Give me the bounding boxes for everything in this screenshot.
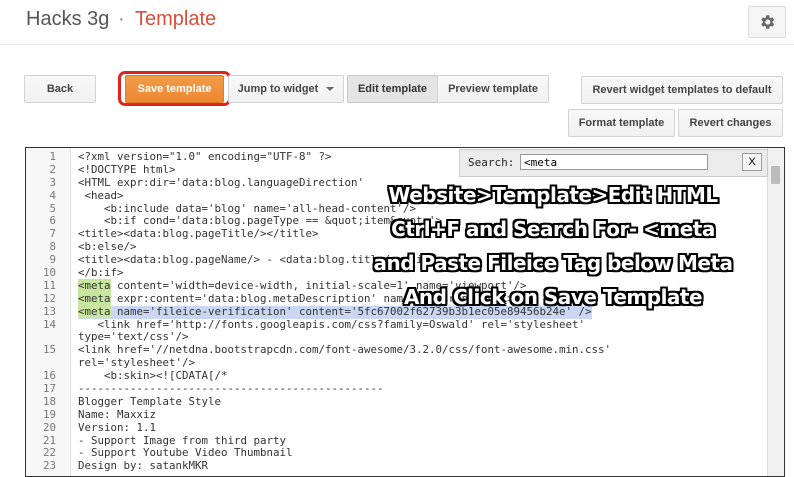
line-number: 20 — [42, 420, 56, 434]
line-text: <?xml version="1.0" encoding="UTF-8" ?> — [78, 150, 332, 163]
search-match-highlight: <meta — [78, 291, 111, 305]
jump-to-widget-dropdown[interactable]: Jump to widget — [228, 75, 344, 103]
search-panel: Search: X — [459, 149, 768, 177]
revert-widget-templates-button[interactable]: Revert widget templates to default — [581, 76, 783, 104]
line-number: 17 — [42, 382, 56, 396]
search-match-highlight: <meta — [78, 278, 111, 292]
line-text: <head> — [78, 188, 124, 202]
code-line[interactable]: 19 Name: Maxxiz — [26, 407, 768, 422]
line-text: Design by: satankMKR — [78, 459, 209, 473]
search-label: Search: — [468, 156, 515, 169]
line-number: 14 — [42, 317, 56, 331]
search-match-highlight: <meta — [78, 304, 111, 318]
line-text: Name: Maxxiz — [78, 407, 157, 421]
line-number: 13 — [42, 304, 56, 318]
code-line[interactable]: 17 --------------------------------------… — [26, 382, 768, 396]
line-number: 4 — [49, 188, 56, 202]
top-header: Hacks 3g · Template — [0, 0, 794, 45]
line-number: 11 — [42, 278, 56, 292]
search-close-button[interactable]: X — [742, 153, 762, 171]
back-button[interactable]: Back — [24, 75, 96, 103]
line-text: Version: 1.1 — [78, 420, 157, 434]
line-text: <HTML expr:dir='data:blog.languageDirect… — [78, 175, 365, 189]
blog-name[interactable]: Hacks 3g — [26, 8, 109, 31]
settings-button[interactable] — [748, 6, 786, 38]
search-input[interactable] — [520, 154, 708, 170]
line-number: 3 — [49, 175, 56, 189]
line-number: 23 — [42, 459, 56, 473]
jump-to-widget-label: Jump to widget — [237, 83, 319, 95]
line-number: 15 — [42, 343, 56, 357]
scrollbar-thumb[interactable] — [771, 166, 780, 184]
edit-template-button[interactable]: Edit template — [347, 75, 438, 103]
code-line[interactable]: 20 Version: 1.1 — [26, 420, 768, 435]
instruction-overlay: Website>Template>Edit HTML Ctrl+F and Sea… — [358, 178, 748, 314]
gear-icon — [761, 15, 775, 29]
instruction-line: Website>Template>Edit HTML — [388, 183, 718, 207]
line-text: <!DOCTYPE html> — [78, 162, 176, 176]
page-title: Template — [135, 8, 217, 30]
instruction-line: and Paste Fileice Tag below Meta — [373, 251, 733, 275]
line-number: 12 — [42, 291, 56, 305]
code-line[interactable]: 23 Design by: satankMKR — [26, 459, 768, 473]
line-text: ----------------------------------------… — [78, 382, 384, 396]
instruction-line: And Click on Save Template — [403, 285, 703, 309]
preview-template-button[interactable]: Preview template — [437, 75, 549, 103]
save-button-highlight-ring — [118, 71, 231, 106]
line-text: Blogger Template Style — [78, 394, 222, 408]
line-number: 19 — [42, 407, 56, 421]
code-line[interactable]: 18 Blogger Template Style — [26, 394, 768, 409]
line-number: 10 — [42, 266, 56, 280]
title-separator: · — [118, 8, 125, 30]
line-number: 2 — [49, 162, 56, 176]
format-template-button[interactable]: Format template — [568, 109, 675, 137]
line-number: 18 — [42, 394, 56, 408]
instruction-line: Ctrl+F and Search For- <meta — [391, 217, 715, 241]
chevron-down-icon — [326, 87, 335, 91]
revert-changes-button[interactable]: Revert changes — [678, 109, 783, 137]
editor-scrollbar[interactable] — [767, 148, 784, 476]
line-number: 1 — [49, 150, 56, 163]
line-text: </b:if> — [78, 266, 124, 280]
